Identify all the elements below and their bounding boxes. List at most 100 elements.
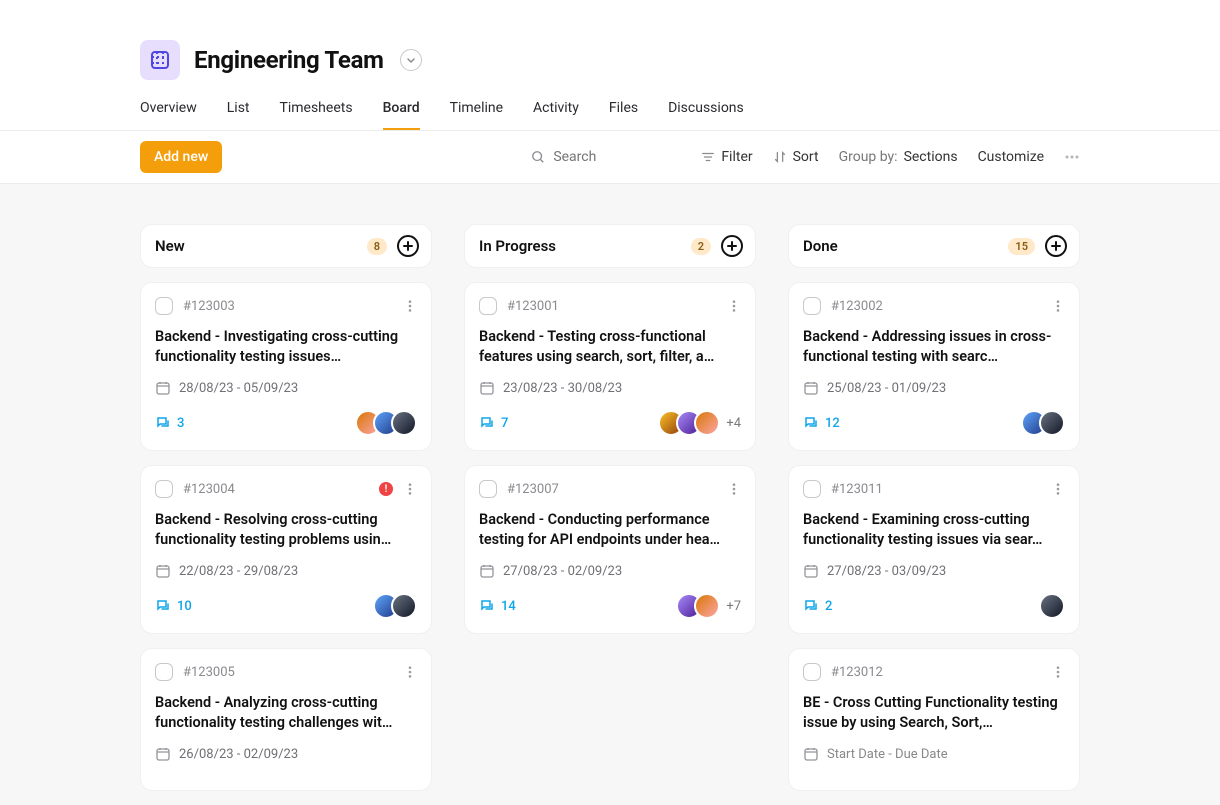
avatar[interactable] xyxy=(391,593,417,619)
card-menu-icon[interactable] xyxy=(403,665,417,679)
tab-overview[interactable]: Overview xyxy=(140,100,197,130)
filter-icon xyxy=(701,150,715,164)
calendar-icon xyxy=(803,380,819,396)
task-assignees: +4 xyxy=(658,410,741,436)
toolbar: Add new Filter Sort Group by: Sections C… xyxy=(0,131,1220,184)
calendar-icon xyxy=(479,380,495,396)
card-menu-icon[interactable] xyxy=(727,299,741,313)
card-menu-icon[interactable] xyxy=(1051,482,1065,496)
task-title: Backend - Examining cross-cutting functi… xyxy=(803,510,1065,549)
sort-button[interactable]: Sort xyxy=(773,149,819,165)
task-dates: 27/08/23 - 02/09/23 xyxy=(479,563,741,579)
tab-files[interactable]: Files xyxy=(609,100,638,130)
task-id: #123007 xyxy=(507,482,559,497)
task-card[interactable]: #123003 Backend - Investigating cross-cu… xyxy=(140,282,432,451)
column: In Progress 2 #123001 Backend - Testing … xyxy=(464,224,756,805)
avatar[interactable] xyxy=(1039,410,1065,436)
task-comments[interactable]: 2 xyxy=(803,598,832,614)
task-card[interactable]: #123007 Backend - Conducting performance… xyxy=(464,465,756,634)
card-menu-icon[interactable] xyxy=(403,482,417,496)
task-comments[interactable]: 7 xyxy=(479,415,508,431)
column-count-badge: 8 xyxy=(367,238,387,255)
task-checkbox[interactable] xyxy=(479,297,497,315)
title-row: Engineering Team xyxy=(140,40,1080,80)
tab-list[interactable]: List xyxy=(227,100,250,130)
task-dates: 28/08/23 - 05/09/23 xyxy=(155,380,417,396)
title-chevron-icon[interactable] xyxy=(400,49,422,71)
column-add-button[interactable] xyxy=(721,235,743,257)
comments-icon xyxy=(155,415,171,431)
sort-icon xyxy=(773,150,787,164)
task-dates: 26/08/23 - 02/09/23 xyxy=(155,746,417,762)
task-checkbox[interactable] xyxy=(803,480,821,498)
card-menu-icon[interactable] xyxy=(727,482,741,496)
column-count-badge: 15 xyxy=(1008,238,1035,255)
board: New 8 #123003 Backend - Investigating cr… xyxy=(0,184,1220,805)
task-checkbox[interactable] xyxy=(803,663,821,681)
calendar-icon xyxy=(155,563,171,579)
comments-icon xyxy=(803,598,819,614)
tab-activity[interactable]: Activity xyxy=(533,100,579,130)
column-header: Done 15 xyxy=(788,224,1080,268)
search-input[interactable] xyxy=(553,149,681,165)
column-title: In Progress xyxy=(479,237,556,255)
tab-timesheets[interactable]: Timesheets xyxy=(280,100,353,130)
comments-icon xyxy=(803,415,819,431)
calendar-icon xyxy=(803,746,819,762)
customize-button[interactable]: Customize xyxy=(978,149,1044,165)
tab-timeline[interactable]: Timeline xyxy=(450,100,503,130)
card-menu-icon[interactable] xyxy=(1051,665,1065,679)
task-dates: 25/08/23 - 01/09/23 xyxy=(803,380,1065,396)
calendar-icon xyxy=(155,380,171,396)
task-comments[interactable]: 3 xyxy=(155,415,184,431)
task-card[interactable]: #123011 Backend - Examining cross-cuttin… xyxy=(788,465,1080,634)
task-checkbox[interactable] xyxy=(155,480,173,498)
task-assignees xyxy=(1021,410,1065,436)
add-new-button[interactable]: Add new xyxy=(140,141,222,173)
filter-button[interactable]: Filter xyxy=(701,149,752,165)
column-add-button[interactable] xyxy=(1045,235,1067,257)
tabs: Overview List Timesheets Board Timeline … xyxy=(140,100,1080,130)
calendar-icon xyxy=(803,563,819,579)
task-comments[interactable]: 12 xyxy=(803,415,840,431)
comments-icon xyxy=(479,415,495,431)
more-icon[interactable] xyxy=(1064,149,1080,165)
page-title: Engineering Team xyxy=(194,46,384,74)
column-add-button[interactable] xyxy=(397,235,419,257)
calendar-icon xyxy=(479,563,495,579)
task-card[interactable]: #123002 Backend - Addressing issues in c… xyxy=(788,282,1080,451)
card-menu-icon[interactable] xyxy=(1051,299,1065,313)
groupby-control[interactable]: Group by: Sections xyxy=(839,149,958,165)
column-header: In Progress 2 xyxy=(464,224,756,268)
team-logo-icon xyxy=(140,40,180,80)
task-comments[interactable]: 10 xyxy=(155,598,192,614)
task-assignees xyxy=(355,410,417,436)
column-title: Done xyxy=(803,237,838,255)
task-card[interactable]: #123001 Backend - Testing cross-function… xyxy=(464,282,756,451)
page-header: Engineering Team Overview List Timesheet… xyxy=(0,0,1220,131)
task-comments[interactable]: 14 xyxy=(479,598,516,614)
tab-board[interactable]: Board xyxy=(383,100,420,130)
column-count-badge: 2 xyxy=(691,238,711,255)
task-checkbox[interactable] xyxy=(479,480,497,498)
task-card[interactable]: #123004 !Backend - Resolving cross-cutti… xyxy=(140,465,432,634)
search[interactable] xyxy=(531,149,681,165)
tab-discussions[interactable]: Discussions xyxy=(668,100,744,130)
avatar[interactable] xyxy=(694,593,720,619)
task-id: #123003 xyxy=(183,299,235,314)
task-assignees: +7 xyxy=(676,593,741,619)
avatar[interactable] xyxy=(391,410,417,436)
task-checkbox[interactable] xyxy=(155,297,173,315)
calendar-icon xyxy=(155,746,171,762)
task-id: #123005 xyxy=(183,665,235,680)
assignee-overflow: +7 xyxy=(726,599,741,614)
task-title: Backend - Conducting performance testing… xyxy=(479,510,741,549)
alert-icon: ! xyxy=(379,482,393,496)
card-menu-icon[interactable] xyxy=(403,299,417,313)
task-checkbox[interactable] xyxy=(803,297,821,315)
avatar[interactable] xyxy=(694,410,720,436)
task-id: #123004 xyxy=(183,482,235,497)
avatar[interactable] xyxy=(1039,593,1065,619)
task-title: Backend - Analyzing cross-cutting functi… xyxy=(155,693,417,732)
task-checkbox[interactable] xyxy=(155,663,173,681)
